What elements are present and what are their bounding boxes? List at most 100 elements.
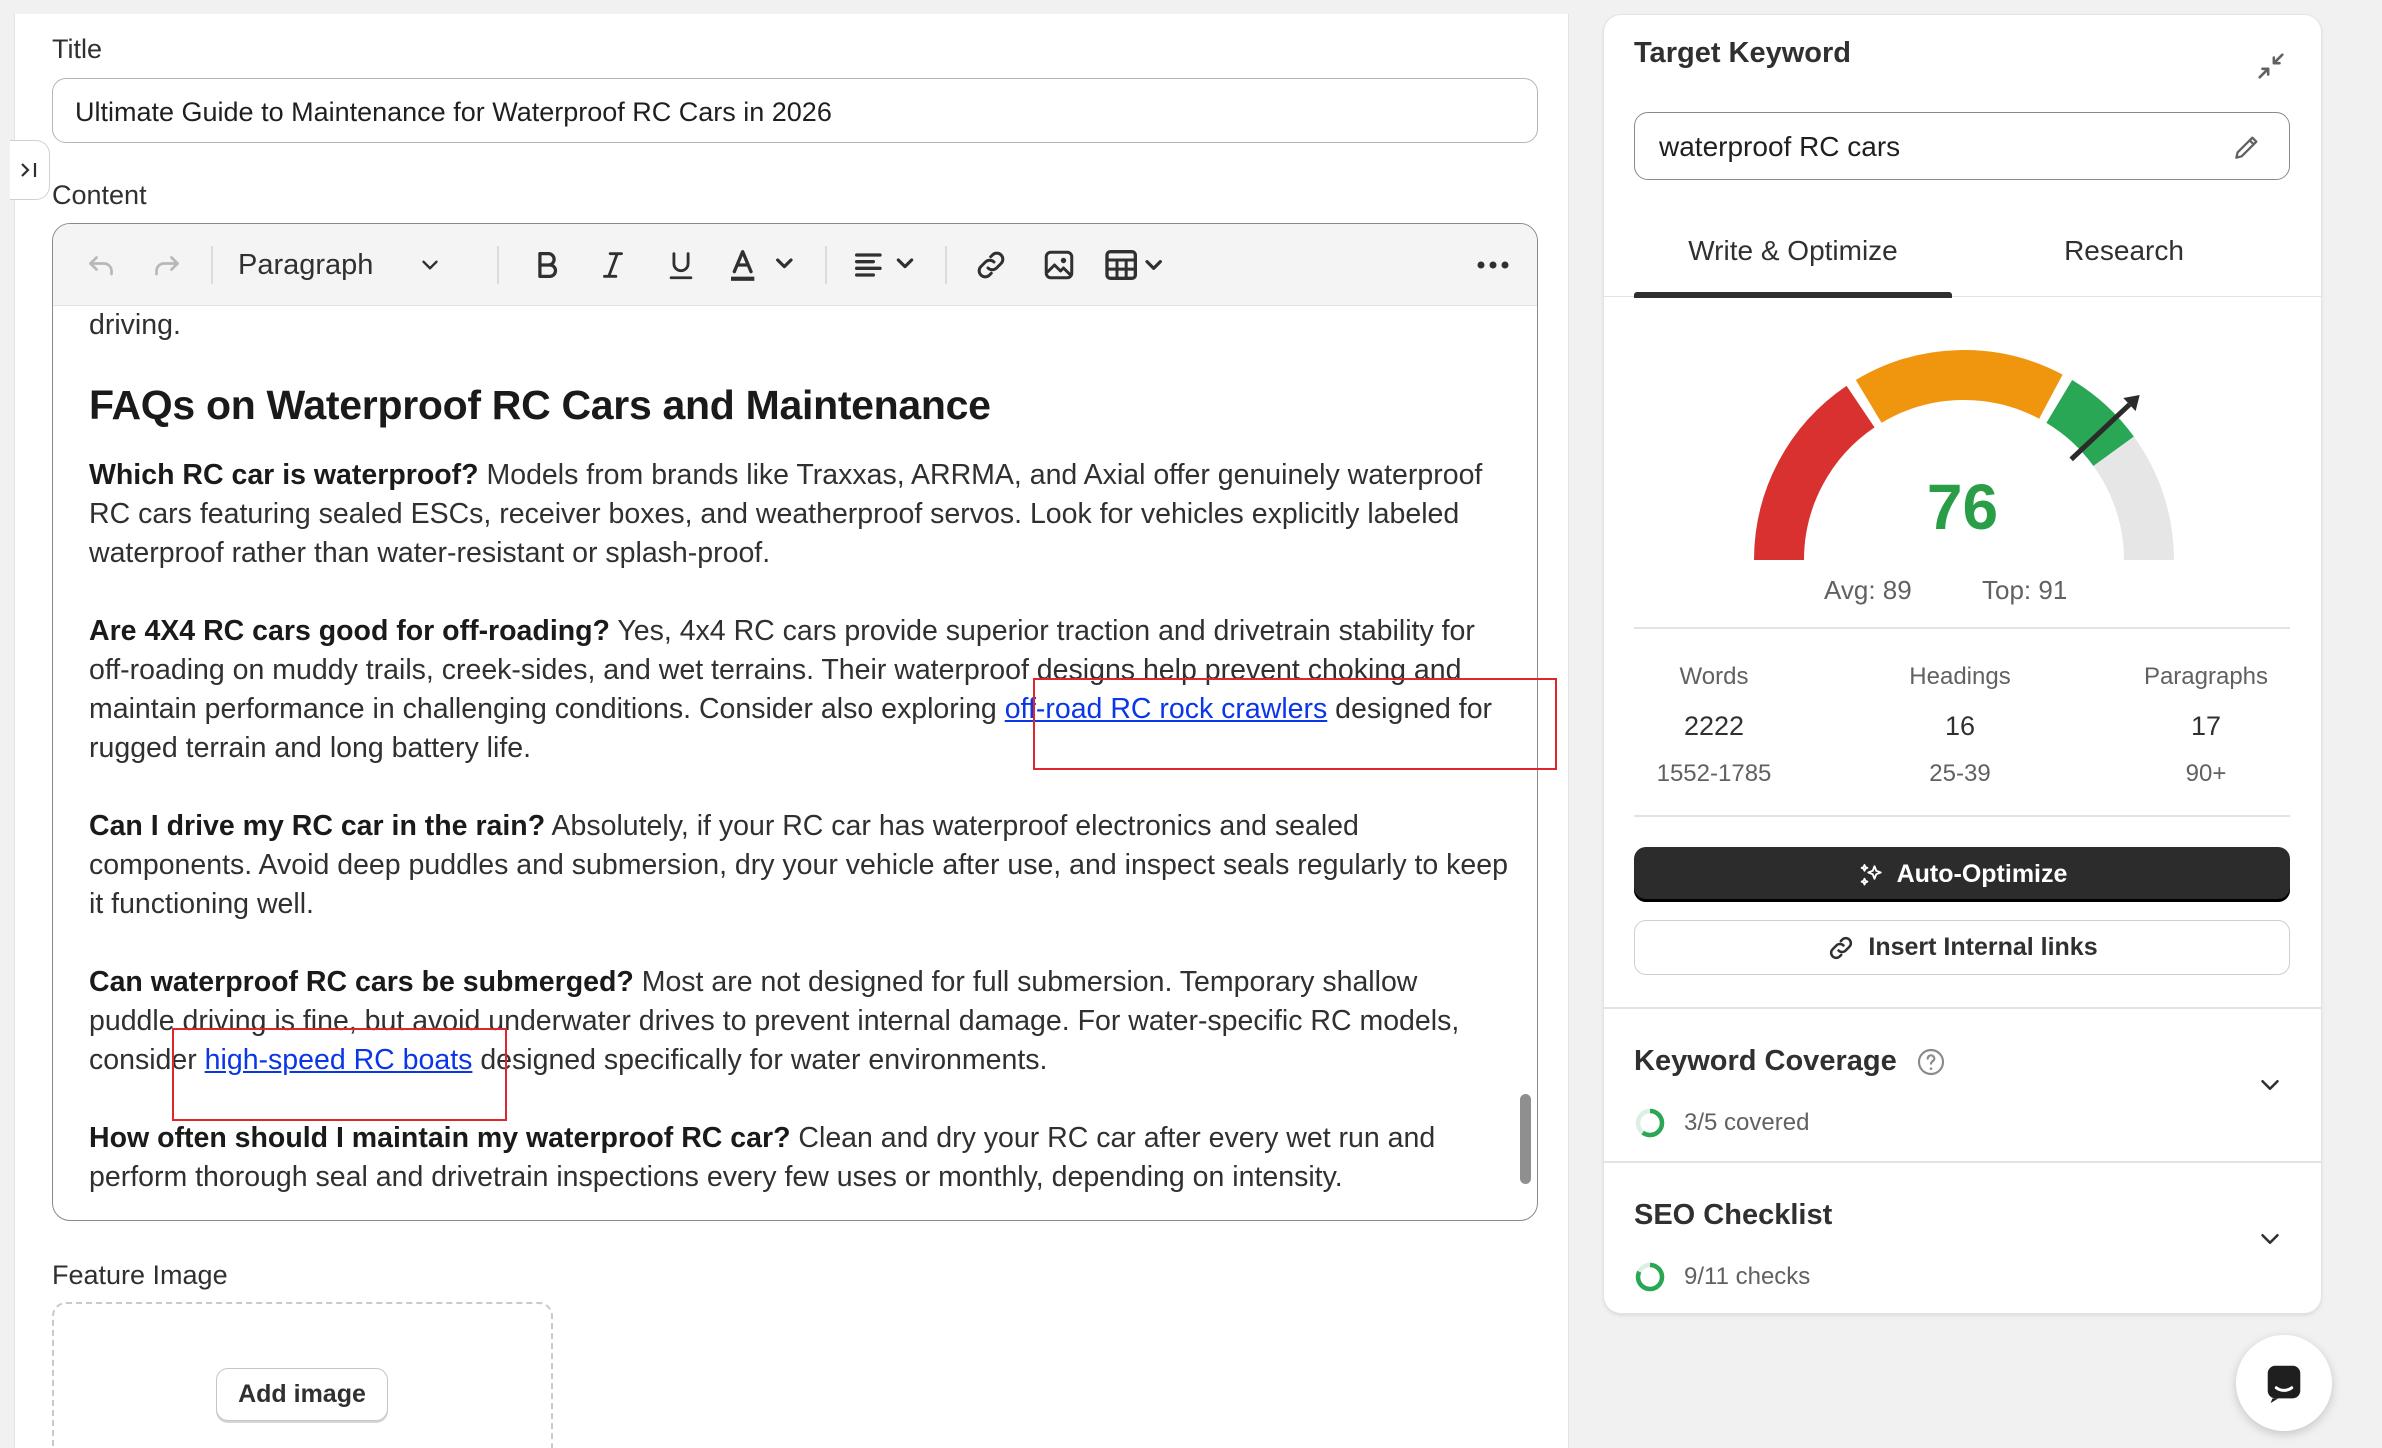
keyword-coverage-status: 3/5 covered [1634, 1107, 1809, 1139]
seo-checklist-status: 9/11 checks [1634, 1261, 1810, 1293]
more-horizontal-icon [1477, 261, 1509, 269]
faq-question: How often should I maintain my waterproo… [89, 1122, 791, 1154]
image-icon [1044, 250, 1074, 280]
text-color-icon [731, 250, 793, 281]
italic-icon [603, 252, 623, 278]
keyword-coverage-title: Keyword Coverage [1634, 1045, 1947, 1078]
title-input[interactable]: Ultimate Guide to Maintenance for Waterp… [52, 78, 1538, 143]
divider [1604, 1161, 2321, 1163]
stat-label: Paragraphs [2143, 663, 2269, 690]
stat-label: Words [1679, 663, 1749, 690]
stat-range: 90+ [2185, 760, 2227, 787]
stat-paragraphs: Paragraphs 17 90+ [2106, 663, 2306, 788]
target-keyword-value: waterproof RC cars [1659, 131, 1901, 162]
chat-icon [2267, 1365, 2301, 1404]
faq-question: Can I drive my RC car in the rain? [89, 810, 546, 842]
toolbar-divider [825, 246, 827, 284]
sidebar-toggle-button[interactable] [10, 140, 50, 200]
gauge-segment-orange [1855, 350, 2063, 424]
seo-sidebar: Target Keyword waterproof RC cars Write … [1603, 14, 2322, 1314]
redo-button[interactable] [139, 224, 195, 306]
chevron-down-icon[interactable] [2255, 1070, 2285, 1100]
pencil-icon[interactable] [2231, 131, 2263, 163]
faq-heading: FAQs on Waterproof RC Cars and Maintenan… [89, 382, 991, 428]
annotation-highlight-box [1033, 678, 1557, 770]
faq-paragraph: How often should I maintain my waterproo… [89, 1119, 1509, 1197]
faq-paragraph: Can I drive my RC car in the rain? Absol… [89, 807, 1509, 924]
faq-paragraph: Which RC car is waterproof? Models from … [89, 456, 1509, 573]
paragraph-fragment: driving. [89, 309, 181, 341]
chevron-down-icon[interactable] [2255, 1224, 2285, 1254]
link-icon [1830, 936, 1853, 959]
insert-image-button[interactable] [1031, 224, 1087, 306]
seo-score-value: 76 [1926, 471, 1999, 543]
insert-table-button[interactable] [1097, 224, 1187, 306]
keyword-coverage-count: 3/5 covered [1684, 1109, 1810, 1136]
bold-button[interactable] [519, 224, 575, 306]
insert-links-label: Insert Internal links [1868, 933, 2098, 961]
minimize-button[interactable] [2254, 49, 2288, 88]
editor-toolbar: Paragraph [53, 224, 1537, 306]
divider [1604, 1007, 2321, 1009]
seo-checklist-title: SEO Checklist [1634, 1199, 1833, 1231]
tab-write-optimize[interactable]: Write & Optimize [1634, 205, 1952, 297]
minimize-icon [2258, 53, 2284, 79]
undo-button[interactable] [73, 224, 129, 306]
stat-range: 1552-1785 [1656, 760, 1772, 787]
collapse-icon [20, 163, 36, 177]
toolbar-divider [211, 246, 213, 284]
table-icon [1105, 250, 1162, 280]
toolbar-divider [497, 246, 499, 284]
link-icon [977, 251, 1005, 279]
stat-value: 17 [2190, 711, 2222, 741]
link-button[interactable] [963, 224, 1019, 306]
tab-research[interactable]: Research [1964, 205, 2284, 297]
average-score: Avg: 89 [1824, 575, 1912, 605]
stat-value: 2222 [1683, 711, 1745, 741]
target-keyword-input[interactable]: waterproof RC cars [1634, 112, 2290, 180]
block-format-value: Paragraph [238, 248, 374, 281]
divider [1634, 627, 2290, 629]
stat-range: 25-39 [1929, 760, 1991, 787]
divider [1634, 815, 2290, 817]
active-tab-indicator [1634, 292, 1952, 298]
help-icon[interactable] [1915, 1046, 1947, 1078]
bold-icon [538, 252, 558, 278]
stat-value: 16 [1944, 711, 1976, 741]
content-label: Content [52, 180, 147, 210]
toolbar-divider [945, 246, 947, 284]
editor-scrollbar[interactable] [1520, 1094, 1531, 1184]
faq-answer-continued: designed specifically for water environm… [472, 1044, 1048, 1076]
auto-optimize-label: Auto-Optimize [1896, 860, 2068, 888]
keyword-coverage-label: Keyword Coverage [1634, 1045, 1897, 1077]
top-score: Top: 91 [1982, 575, 2068, 605]
title-label: Title [52, 34, 103, 64]
chevron-down-icon [422, 260, 439, 270]
stat-headings: Headings 16 25-39 [1860, 663, 2060, 788]
auto-optimize-button[interactable]: Auto-Optimize [1634, 847, 2290, 902]
align-button[interactable] [845, 224, 935, 306]
add-image-button[interactable]: Add image [216, 1368, 388, 1421]
stat-words: Words 2222 1552-1785 [1614, 663, 1814, 788]
chat-support-button[interactable] [2236, 1335, 2332, 1431]
sidebar-title: Target Keyword [1634, 37, 1852, 69]
faq-question: Which RC car is waterproof? [89, 459, 479, 491]
more-options-button[interactable] [1463, 224, 1523, 306]
faq-question: Are 4X4 RC cars good for off-roading? [89, 615, 610, 647]
progress-ring-icon [1635, 1262, 1665, 1292]
undo-icon [89, 256, 113, 276]
sidebar-tabs: Write & Optimize Research [1604, 205, 2321, 298]
redo-icon [155, 256, 179, 276]
underline-button[interactable] [653, 224, 709, 306]
block-format-select[interactable]: Paragraph [238, 224, 443, 306]
insert-internal-links-button[interactable]: Insert Internal links [1634, 920, 2290, 975]
align-left-icon [855, 253, 914, 277]
app-root: Title Ultimate Guide to Maintenance for … [0, 0, 2382, 1448]
text-color-button[interactable] [721, 224, 811, 306]
feature-image-label: Feature Image [52, 1260, 228, 1290]
stat-label: Headings [1909, 663, 2011, 690]
annotation-highlight-box [172, 1028, 507, 1121]
sparkles-icon [1860, 863, 1882, 885]
seo-checklist-count: 9/11 checks [1684, 1263, 1811, 1290]
italic-button[interactable] [585, 224, 641, 306]
